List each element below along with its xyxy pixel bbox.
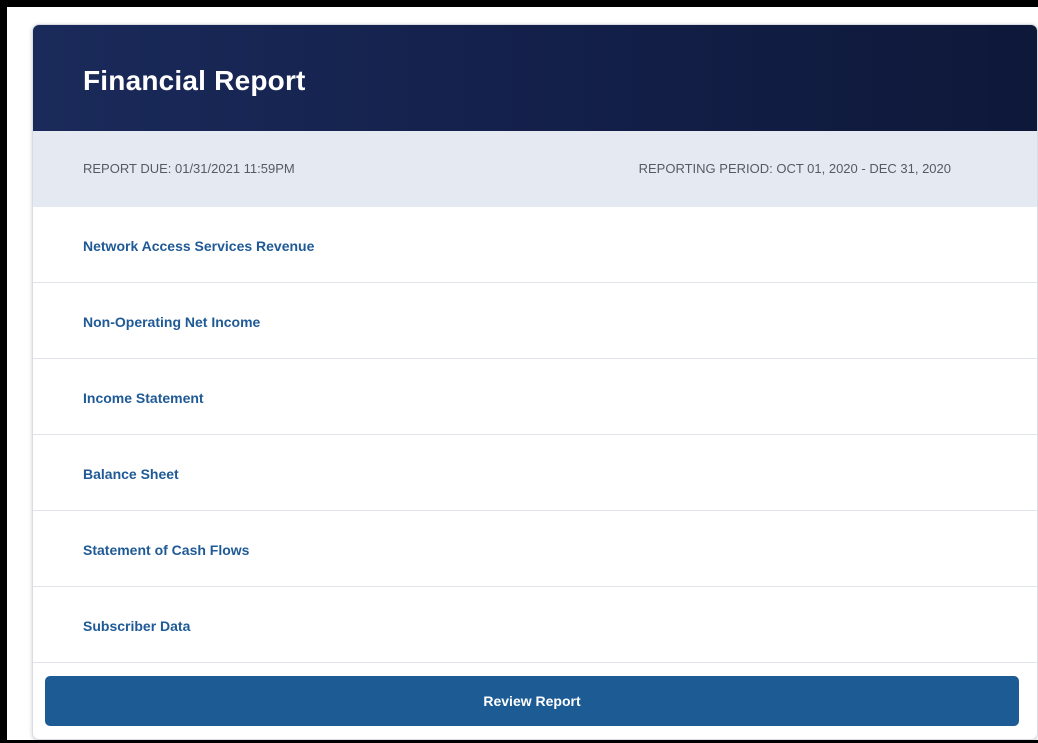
section-item-statement-of-cash-flows[interactable]: Statement of Cash Flows [33,511,1037,587]
section-link[interactable]: Subscriber Data [83,618,190,634]
section-link[interactable]: Balance Sheet [83,466,179,482]
section-item-non-operating-net-income[interactable]: Non-Operating Net Income [33,283,1037,359]
review-report-button[interactable]: Review Report [45,676,1019,726]
section-item-income-statement[interactable]: Income Statement [33,359,1037,435]
page-title: Financial Report [83,65,306,96]
section-link[interactable]: Income Statement [83,390,204,406]
section-item-balance-sheet[interactable]: Balance Sheet [33,435,1037,511]
section-link[interactable]: Statement of Cash Flows [83,542,249,558]
section-link[interactable]: Network Access Services Revenue [83,238,314,254]
financial-report-card: Financial Report REPORT DUE: 01/31/2021 … [32,24,1038,740]
section-item-subscriber-data[interactable]: Subscriber Data [33,587,1037,663]
section-item-network-access-services-revenue[interactable]: Network Access Services Revenue [33,207,1037,283]
report-meta-bar: REPORT DUE: 01/31/2021 11:59PM REPORTING… [33,131,1037,207]
report-due-date: REPORT DUE: 01/31/2021 11:59PM [83,161,295,176]
screenshot-frame: Financial Report REPORT DUE: 01/31/2021 … [0,0,1038,743]
report-header: Financial Report [33,25,1037,131]
reporting-period: REPORTING PERIOD: OCT 01, 2020 - DEC 31,… [638,161,951,176]
section-link[interactable]: Non-Operating Net Income [83,314,260,330]
report-section-list: Network Access Services Revenue Non-Oper… [33,207,1037,663]
